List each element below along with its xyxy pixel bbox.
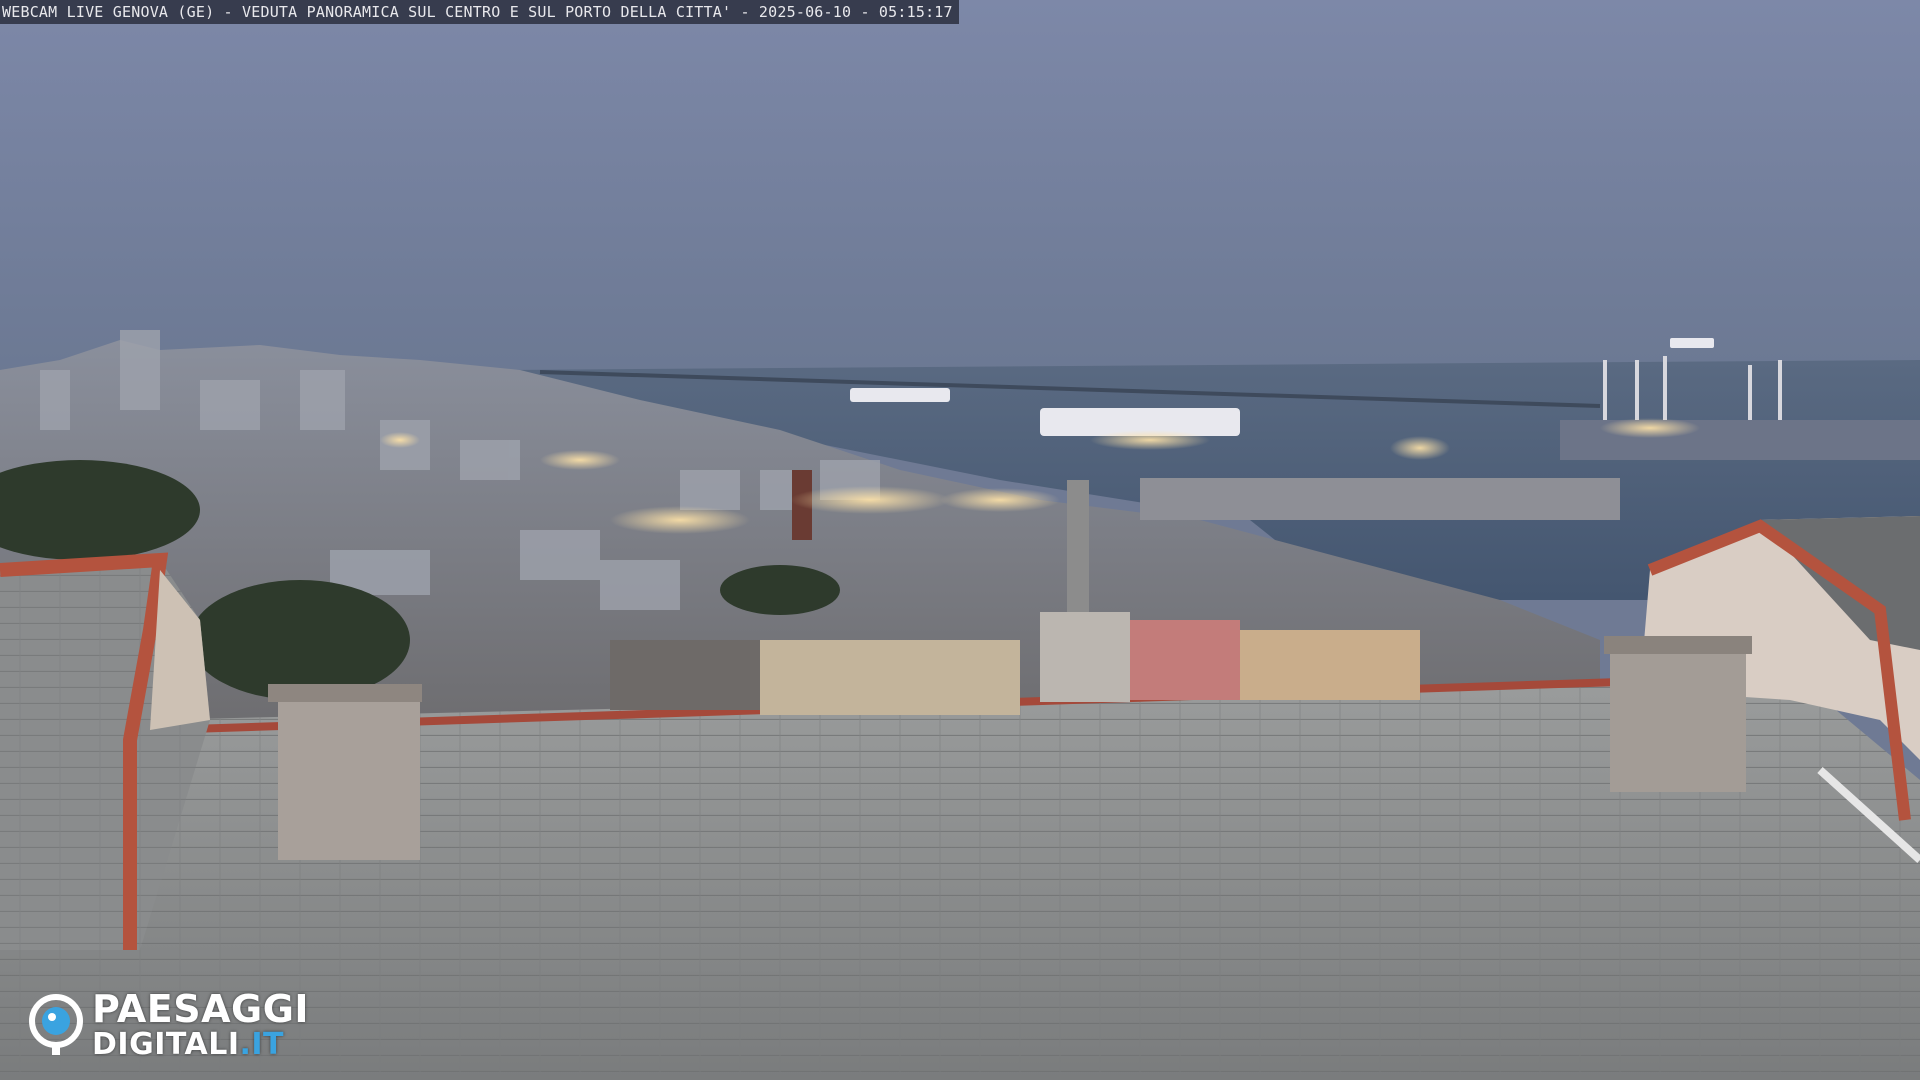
- port-warehouse: [1140, 478, 1620, 520]
- caption-text: WEBCAM LIVE GENOVA (GE) - VEDUTA PANORAM…: [2, 3, 953, 21]
- camera-eye-icon: [29, 994, 83, 1055]
- paesaggi-digitali-logo: PAESAGGI DIGITALI.IT: [28, 990, 309, 1060]
- logo-line-2-accent: .IT: [239, 1027, 285, 1062]
- logo-line-2: DIGITALI.IT: [92, 1030, 309, 1060]
- sky: [0, 0, 1920, 390]
- webcam-scene: WEBCAM LIVE GENOVA (GE) - VEDUTA PANORAM…: [0, 0, 1920, 1080]
- logo-line-2-main: DIGITALI: [92, 1027, 240, 1062]
- logo-line-1: PAESAGGI: [92, 987, 310, 1031]
- midground-building: [760, 640, 1020, 715]
- webcam-caption: WEBCAM LIVE GENOVA (GE) - VEDUTA PANORAM…: [0, 0, 959, 24]
- panorama-image: [0, 0, 1920, 1080]
